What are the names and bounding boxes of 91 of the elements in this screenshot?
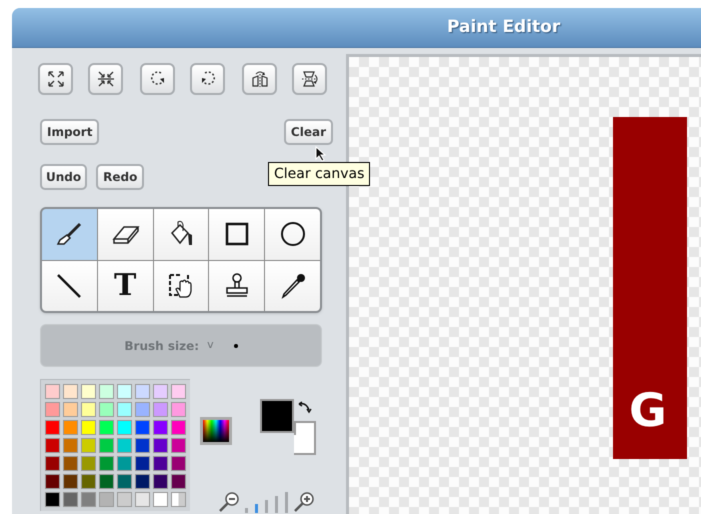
color-swatch[interactable] [99, 492, 114, 507]
color-swatch[interactable] [117, 474, 132, 489]
color-swatch[interactable] [63, 456, 78, 471]
color-swatch[interactable] [99, 384, 114, 399]
transparent-swatch-icon[interactable] [171, 492, 186, 507]
color-swatch[interactable] [45, 384, 60, 399]
color-swatch[interactable] [171, 474, 186, 489]
clear-button[interactable]: Clear [284, 119, 333, 145]
flip-vertical-button[interactable] [292, 63, 327, 95]
brush-size-label: Brush size: [124, 338, 200, 354]
flip-horizontal-button[interactable] [242, 63, 277, 95]
color-swatch[interactable] [81, 420, 96, 435]
color-swatch[interactable] [135, 438, 150, 453]
color-swatch[interactable] [81, 438, 96, 453]
color-swatch[interactable] [63, 474, 78, 489]
color-swatch[interactable] [135, 474, 150, 489]
color-swatch[interactable] [45, 474, 60, 489]
color-swatch[interactable] [99, 456, 114, 471]
color-swatch[interactable] [45, 492, 60, 507]
background-color-swatch[interactable] [294, 421, 316, 455]
color-swatch[interactable] [63, 420, 78, 435]
color-swatch[interactable] [171, 402, 186, 417]
color-swatch[interactable] [171, 438, 186, 453]
color-swatch[interactable] [63, 438, 78, 453]
color-swatch[interactable] [135, 456, 150, 471]
zoom-in-icon[interactable] [293, 491, 315, 513]
color-swatch[interactable] [117, 420, 132, 435]
color-swatch[interactable] [63, 384, 78, 399]
color-swatch[interactable] [117, 456, 132, 471]
color-swatch[interactable] [153, 474, 168, 489]
rotate-right-button[interactable] [190, 63, 225, 95]
color-swatch[interactable] [135, 402, 150, 417]
line-tool[interactable] [42, 260, 97, 311]
zoom-out-icon[interactable] [218, 491, 240, 513]
text-tool[interactable]: T [98, 260, 153, 311]
color-swatch[interactable] [63, 492, 78, 507]
color-swatch[interactable] [81, 474, 96, 489]
redo-button[interactable]: Redo [96, 164, 144, 190]
color-swatch[interactable] [81, 402, 96, 417]
circle-tool[interactable] [265, 209, 320, 260]
eyedropper-tool[interactable] [265, 260, 320, 311]
rotate-left-button[interactable] [140, 63, 175, 95]
color-picker-button[interactable] [200, 417, 232, 445]
shrink-arrows-button[interactable] [88, 63, 123, 95]
selection-hand-tool[interactable] [154, 260, 208, 311]
paint-bucket-tool[interactable] [154, 209, 208, 260]
color-swatch[interactable] [63, 402, 78, 417]
mouse-pointer-icon [315, 146, 327, 162]
color-swatch[interactable] [45, 420, 60, 435]
color-swatch[interactable] [81, 456, 96, 471]
paintbrush-tool[interactable] [42, 209, 97, 260]
foreground-color-swatch[interactable] [260, 399, 294, 433]
shrink-arrows-icon [96, 69, 116, 89]
stamp-tool[interactable] [209, 260, 264, 311]
color-swatch[interactable] [99, 420, 114, 435]
color-swatch[interactable] [117, 384, 132, 399]
color-swatch[interactable] [153, 402, 168, 417]
color-swatch[interactable] [135, 384, 150, 399]
color-swatch[interactable] [45, 402, 60, 417]
canvas-text: G [629, 383, 667, 437]
square-tool[interactable] [209, 209, 264, 260]
color-swatch[interactable] [153, 492, 168, 507]
color-swatch[interactable] [99, 438, 114, 453]
color-swatch[interactable] [153, 456, 168, 471]
color-swatch[interactable] [135, 420, 150, 435]
color-swatch[interactable] [81, 384, 96, 399]
swap-colors-icon[interactable] [297, 401, 312, 415]
color-swatch[interactable] [81, 492, 96, 507]
color-swatch[interactable] [153, 420, 168, 435]
color-swatch[interactable] [45, 438, 60, 453]
tooltip: Clear canvas [268, 162, 370, 186]
color-swatch[interactable] [171, 456, 186, 471]
grow-arrows-icon [46, 69, 66, 89]
color-swatch[interactable] [117, 402, 132, 417]
color-swatch[interactable] [117, 492, 132, 507]
flip-horizontal-icon [250, 69, 270, 89]
grow-arrows-button[interactable] [38, 63, 73, 95]
window-title: Paint Editor [447, 16, 560, 39]
color-swatch[interactable] [153, 384, 168, 399]
color-swatch[interactable] [153, 438, 168, 453]
import-button[interactable]: Import [40, 119, 100, 145]
undo-button[interactable]: Undo [40, 164, 88, 190]
color-swatch[interactable] [117, 438, 132, 453]
color-swatch[interactable] [171, 384, 186, 399]
color-swatch[interactable] [99, 402, 114, 417]
flip-vertical-icon [300, 69, 320, 89]
eraser-tool[interactable] [98, 209, 153, 260]
color-swatch[interactable] [45, 456, 60, 471]
color-swatch[interactable] [171, 420, 186, 435]
color-swatch[interactable] [135, 492, 150, 507]
color-swatch[interactable] [99, 474, 114, 489]
